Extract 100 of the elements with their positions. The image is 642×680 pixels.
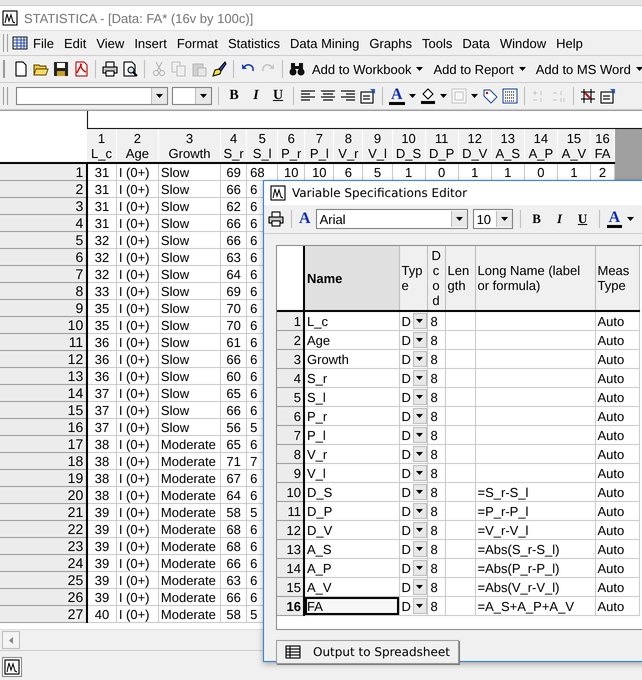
- underline-button[interactable]: U: [574, 211, 592, 227]
- toolbar-menu-button[interactable]: Add to Workbook: [309, 62, 426, 76]
- table-cell[interactable]: S_r: [304, 368, 399, 388]
- table-cell[interactable]: D_V: [304, 520, 399, 540]
- type-dropdown[interactable]: D: [402, 502, 426, 520]
- app-button[interactable]: [2, 657, 22, 677]
- tag-icon[interactable]: [482, 88, 498, 104]
- table-cell[interactable]: Growth: [304, 350, 399, 368]
- table-cell[interactable]: A_S: [304, 540, 399, 558]
- type-dropdown[interactable]: D: [402, 560, 426, 576]
- bold-button[interactable]: B: [225, 88, 243, 104]
- row-header[interactable]: 2: [0, 180, 88, 198]
- row-header[interactable]: 17: [0, 436, 88, 452]
- type-dropdown[interactable]: D: [402, 446, 426, 462]
- type-dropdown[interactable]: D: [402, 350, 426, 368]
- type-dropdown[interactable]: D: [402, 370, 426, 386]
- row-header[interactable]: 3: [277, 350, 304, 368]
- row-header[interactable]: 11: [277, 502, 304, 520]
- font-name-dropdown[interactable]: Arial: [316, 209, 468, 229]
- font-color-button[interactable]: A: [389, 87, 405, 105]
- type-dropdown[interactable]: D: [402, 332, 426, 348]
- table-cell[interactable]: P_r: [304, 406, 399, 426]
- row-header[interactable]: 4: [0, 214, 88, 232]
- font-name-dropdown[interactable]: [16, 87, 168, 105]
- row-header[interactable]: 14: [0, 384, 88, 402]
- binoculars-icon[interactable]: [289, 61, 305, 77]
- menu-item[interactable]: Help: [551, 36, 588, 50]
- row-header[interactable]: 10: [0, 316, 88, 334]
- row-header[interactable]: 20: [0, 486, 88, 504]
- menu-item[interactable]: Format: [172, 36, 223, 50]
- table-cell[interactable]: FA: [304, 596, 399, 616]
- row-header[interactable]: 1: [277, 311, 304, 330]
- type-dropdown[interactable]: D: [402, 540, 426, 558]
- table-cell[interactable]: D_S: [304, 482, 399, 502]
- brush-icon[interactable]: [211, 61, 227, 77]
- row-header[interactable]: 23: [0, 538, 88, 554]
- fill-color-icon[interactable]: [420, 88, 436, 104]
- menu-item[interactable]: View: [91, 36, 130, 50]
- column-header[interactable]: 8 V_r: [334, 128, 363, 163]
- column-header[interactable]: 2 Age: [116, 128, 158, 163]
- row-header[interactable]: 8: [277, 444, 304, 464]
- row-header[interactable]: 5: [277, 388, 304, 406]
- type-dropdown[interactable]: D: [402, 312, 426, 330]
- menu-item[interactable]: Graphs: [364, 36, 418, 50]
- properties-icon[interactable]: [600, 88, 616, 104]
- menu-item[interactable]: File: [28, 36, 59, 50]
- type-dropdown[interactable]: D: [402, 484, 426, 500]
- column-header[interactable]: 10 D_S: [392, 128, 426, 163]
- font-size-dropdown[interactable]: [172, 87, 212, 105]
- column-header[interactable]: Name: [304, 246, 399, 311]
- column-header[interactable]: 5 S_l: [246, 128, 278, 163]
- column-header[interactable]: 12 D_V: [458, 128, 492, 163]
- row-header[interactable]: 26: [0, 588, 88, 606]
- row-header[interactable]: 16: [277, 596, 304, 616]
- column-header[interactable]: 9 V_l: [362, 128, 392, 163]
- table-cell[interactable]: Age: [304, 330, 399, 350]
- type-dropdown[interactable]: D: [402, 464, 426, 482]
- type-dropdown[interactable]: D: [402, 522, 426, 538]
- column-header[interactable]: 7 P_l: [304, 128, 334, 163]
- row-header[interactable]: 27: [0, 606, 88, 622]
- row-header[interactable]: 12: [277, 520, 304, 540]
- row-header[interactable]: 10: [277, 482, 304, 502]
- table-cell[interactable]: V_r: [304, 444, 399, 464]
- column-header[interactable]: 4 S_r: [220, 128, 247, 163]
- column-header[interactable]: Meas Type: [595, 246, 639, 311]
- table-edit-icon[interactable]: [580, 88, 596, 104]
- column-header[interactable]: 15 A_V: [557, 128, 590, 163]
- print-preview-icon[interactable]: [122, 61, 138, 77]
- row-header[interactable]: 12: [0, 350, 88, 368]
- row-header[interactable]: 7: [277, 426, 304, 444]
- menu-item[interactable]: Statistics: [223, 36, 286, 50]
- menu-item[interactable]: Tools: [417, 36, 458, 50]
- row-header[interactable]: 9: [0, 300, 88, 316]
- new-file-icon[interactable]: [13, 61, 29, 77]
- type-dropdown[interactable]: D: [402, 598, 426, 614]
- printer-icon[interactable]: [268, 211, 284, 227]
- menu-item[interactable]: Data: [457, 36, 495, 50]
- row-header[interactable]: 6: [0, 248, 88, 266]
- row-header[interactable]: 3: [0, 198, 88, 214]
- row-header[interactable]: 5: [0, 232, 88, 248]
- row-header[interactable]: 14: [277, 558, 304, 578]
- menu-item[interactable]: Data Mining: [285, 36, 364, 50]
- row-header[interactable]: 8: [0, 282, 88, 300]
- row-header[interactable]: 6: [277, 406, 304, 426]
- row-header[interactable]: 4: [277, 368, 304, 388]
- row-header[interactable]: 22: [0, 520, 88, 538]
- row-header[interactable]: 21: [0, 504, 88, 520]
- output-button[interactable]: Output to Spreadsheet: [276, 640, 459, 664]
- pdf-icon[interactable]: [73, 61, 89, 77]
- italic-button[interactable]: I: [550, 211, 569, 227]
- table-cell[interactable]: D_P: [304, 502, 399, 520]
- row-header[interactable]: 18: [0, 452, 88, 470]
- row-header[interactable]: 2: [277, 330, 304, 350]
- toolbar-menu-button[interactable]: Add to Report: [430, 62, 529, 76]
- save-icon[interactable]: [53, 61, 69, 77]
- type-dropdown[interactable]: D: [402, 408, 426, 424]
- properties-icon[interactable]: [360, 88, 376, 104]
- row-header[interactable]: 1: [0, 163, 88, 180]
- type-dropdown[interactable]: D: [402, 388, 426, 406]
- font-color-button[interactable]: A: [606, 210, 622, 228]
